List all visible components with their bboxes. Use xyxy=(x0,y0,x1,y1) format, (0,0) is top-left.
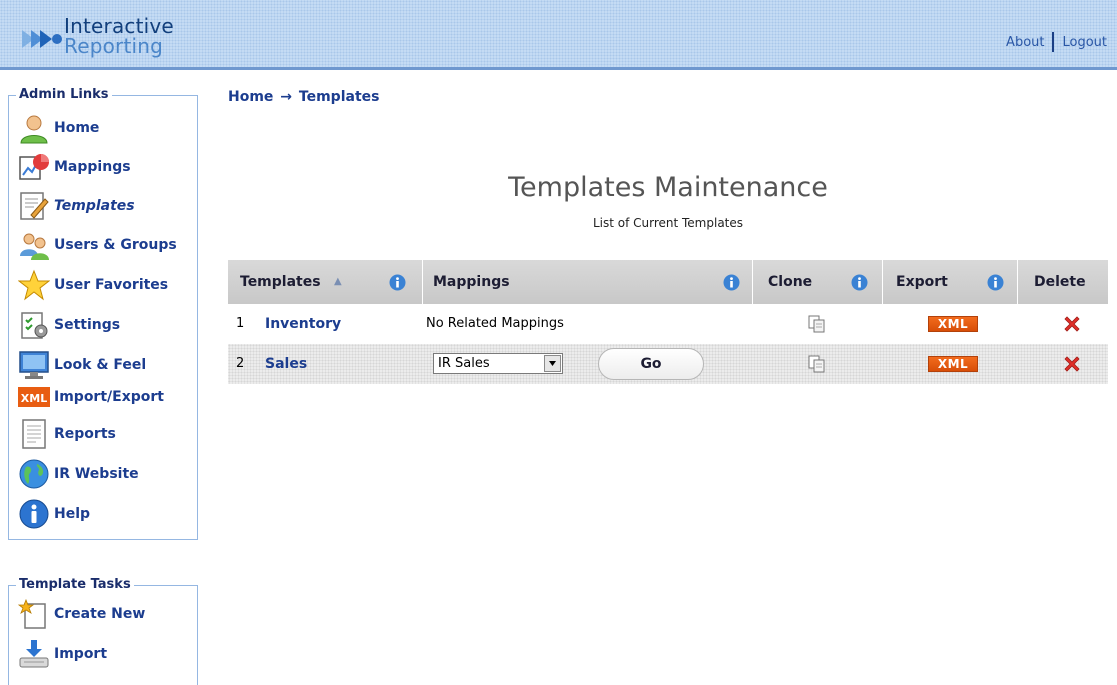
sidebar-item-label: Help xyxy=(54,506,91,522)
task-label: Import xyxy=(54,646,108,662)
sidebar-item-label: IR Website xyxy=(54,466,139,482)
sidebar-item-label: Templates xyxy=(54,198,135,214)
sidebar-item-user-favorites[interactable]: User Favorites xyxy=(18,269,168,301)
delete-icon[interactable] xyxy=(1062,314,1082,334)
header-separator xyxy=(1052,32,1055,52)
sidebar-item-settings[interactable]: Settings xyxy=(18,309,120,341)
column-header-label: Delete xyxy=(1034,274,1086,290)
sidebar-item-label: Reports xyxy=(54,426,116,442)
table-header: Templates ▲ Mappings Clone Export Delete xyxy=(228,260,1108,304)
monitor-icon xyxy=(19,351,49,379)
sidebar-item-reports[interactable]: Reports xyxy=(18,418,116,450)
info-icon[interactable] xyxy=(851,274,868,291)
template-tasks-panel: Template Tasks Create New Import xyxy=(8,577,198,685)
sidebar-item-import-export[interactable]: XML Import/Export xyxy=(18,383,164,411)
template-name-link[interactable]: Sales xyxy=(265,344,307,384)
admin-links-legend: Admin Links xyxy=(16,87,112,102)
sidebar-item-mappings[interactable]: Mappings xyxy=(18,151,131,183)
templates-icon xyxy=(20,192,49,220)
info-icon[interactable] xyxy=(987,274,1004,291)
sidebar-item-look-feel[interactable]: Look & Feel xyxy=(18,349,146,381)
breadcrumb-home-link[interactable]: Home xyxy=(228,89,273,105)
row-number: 2 xyxy=(236,356,245,371)
breadcrumb: Home → Templates xyxy=(228,89,379,105)
breadcrumb-current: Templates xyxy=(298,89,380,105)
template-tasks-legend: Template Tasks xyxy=(16,577,134,592)
column-header-delete: Delete xyxy=(1018,260,1108,304)
globe-icon xyxy=(19,459,49,489)
user-icon xyxy=(20,115,48,144)
admin-links-panel: Admin Links Home Mappings Templates User… xyxy=(8,87,198,540)
export-xml-button[interactable]: XML xyxy=(928,316,978,332)
star-icon xyxy=(18,269,50,301)
sidebar-item-label: Mappings xyxy=(54,159,131,175)
info-icon[interactable] xyxy=(389,274,406,291)
page-subtitle: List of Current Templates xyxy=(592,216,744,230)
column-header-label: Mappings xyxy=(433,274,510,290)
info-icon[interactable] xyxy=(723,274,740,291)
column-header-templates[interactable]: Templates ▲ xyxy=(228,260,423,304)
table-row: 1 Inventory No Related Mappings XML xyxy=(228,304,1108,344)
sidebar-item-help[interactable]: Help xyxy=(18,498,90,530)
logo-text-reporting: Reporting xyxy=(64,34,164,58)
sidebar-item-users-groups[interactable]: Users & Groups xyxy=(18,229,177,261)
template-name-link[interactable]: Inventory xyxy=(265,304,341,344)
xml-icon: XML xyxy=(18,387,50,407)
page-title: Templates Maintenance xyxy=(508,172,828,203)
breadcrumb-arrow-icon: → xyxy=(280,89,293,105)
new-document-icon xyxy=(18,598,46,629)
task-label: Create New xyxy=(54,606,146,622)
mappings-icon xyxy=(19,154,49,180)
row-number: 1 xyxy=(236,316,245,331)
sidebar-item-label: Home xyxy=(54,120,100,136)
task-create-new[interactable]: Create New xyxy=(18,598,145,630)
task-import[interactable]: Import xyxy=(18,638,107,670)
delete-icon[interactable] xyxy=(1062,354,1082,374)
column-header-mappings: Mappings xyxy=(423,260,753,304)
clone-icon[interactable] xyxy=(808,315,826,333)
header-bar: Interactive Reporting About Logout xyxy=(0,0,1117,70)
settings-icon xyxy=(21,312,48,339)
header-links: About Logout xyxy=(1006,32,1107,52)
chevron-down-icon[interactable] xyxy=(544,355,561,372)
sidebar-item-templates[interactable]: Templates xyxy=(18,190,135,222)
report-icon xyxy=(22,419,46,449)
sidebar-item-label: Settings xyxy=(54,317,121,333)
mapping-text: No Related Mappings xyxy=(426,316,564,331)
sidebar-item-label: Users & Groups xyxy=(54,237,177,253)
sidebar-item-label: User Favorites xyxy=(54,277,169,293)
clone-icon[interactable] xyxy=(808,355,826,373)
column-header-clone: Clone xyxy=(753,260,883,304)
column-header-export: Export xyxy=(883,260,1018,304)
table-row: 2 Sales IR Sales Go XML xyxy=(228,344,1108,384)
sidebar-item-home[interactable]: Home xyxy=(18,112,99,144)
logo-arrows-icon xyxy=(22,30,62,48)
svg-text:XML: XML xyxy=(21,392,47,405)
import-icon xyxy=(19,640,49,668)
about-link[interactable]: About xyxy=(1006,35,1044,50)
export-xml-button[interactable]: XML xyxy=(928,356,978,372)
column-header-label: Clone xyxy=(768,274,813,290)
column-header-label: Export xyxy=(896,274,948,290)
mapping-select[interactable]: IR Sales xyxy=(433,353,563,374)
sidebar-item-ir-website[interactable]: IR Website xyxy=(18,458,139,490)
column-header-label: Templates xyxy=(240,274,321,290)
sidebar-item-label: Look & Feel xyxy=(54,357,147,373)
logout-link[interactable]: Logout xyxy=(1062,35,1107,50)
users-groups-icon xyxy=(20,233,49,260)
info-icon xyxy=(19,499,49,529)
mapping-select-value: IR Sales xyxy=(438,356,490,371)
sort-ascending-icon[interactable]: ▲ xyxy=(334,260,342,304)
sidebar-item-label: Import/Export xyxy=(54,389,164,405)
go-button[interactable]: Go xyxy=(598,348,704,380)
